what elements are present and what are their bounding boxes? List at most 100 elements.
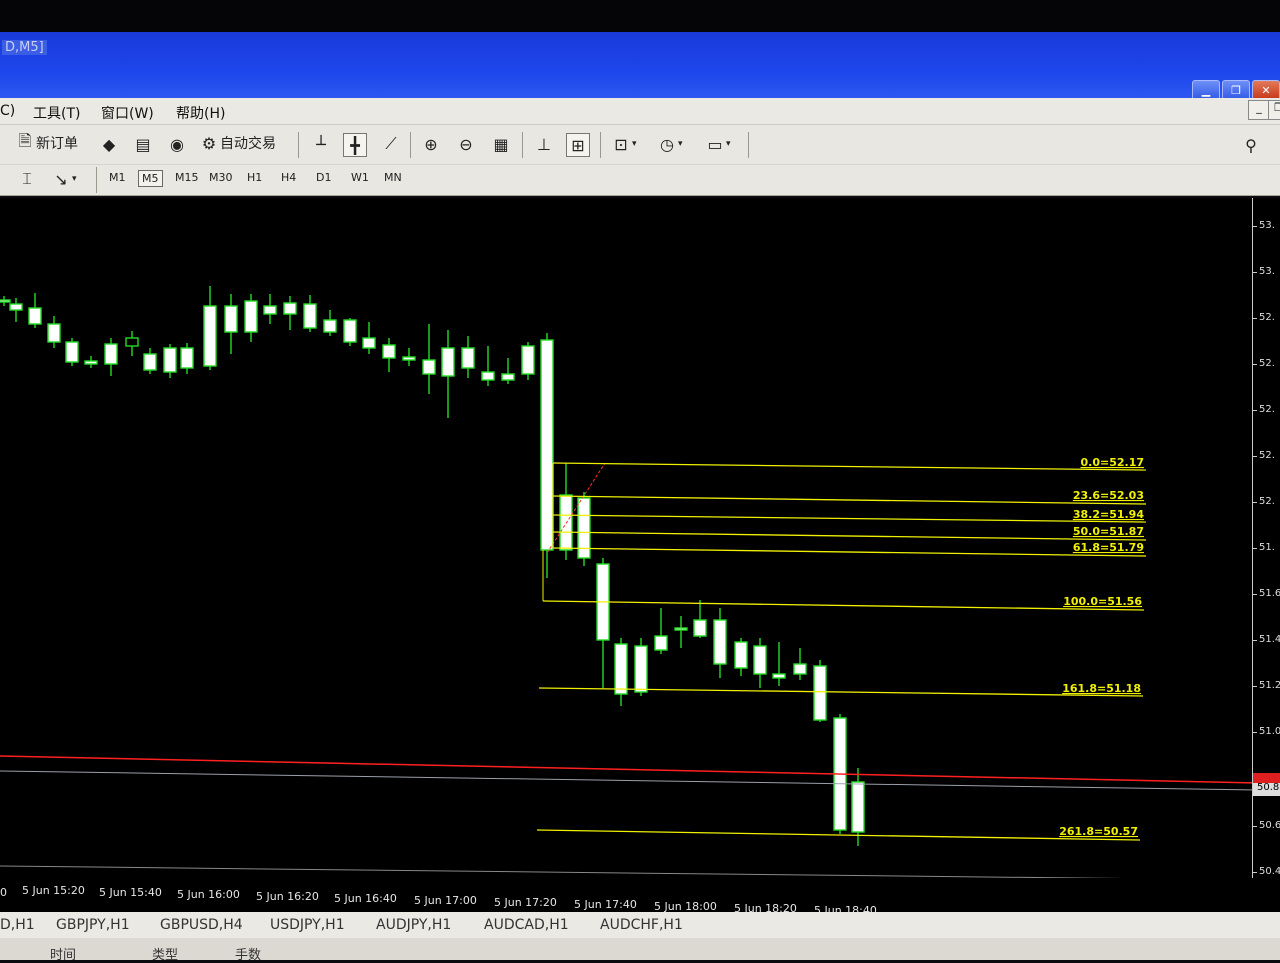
menu-bar: C) 工具(T) 窗口(W) 帮助(H) _ ❐ <box>0 98 1280 124</box>
candle-body <box>461 347 475 369</box>
market-watch-button[interactable]: ◆ <box>98 133 120 155</box>
toolbar-separator <box>522 132 523 158</box>
timeframe-d1[interactable]: D1 <box>313 170 334 185</box>
fib-level-line[interactable] <box>536 829 1141 841</box>
candle-body <box>143 353 157 371</box>
tab-chart-audjpy[interactable]: AUDJPY,H1 <box>376 917 451 933</box>
price-tick-label: 52. <box>1259 496 1275 507</box>
toolbar-separator <box>410 132 411 158</box>
price-axis: 53. 53. 52. 52. 52. 52. 52. 51. 51.6 51.4 51.2 51.0… <box>1252 198 1280 888</box>
line-chart-button[interactable]: ⟋ <box>380 133 402 155</box>
bar-chart-icon: ┴ <box>316 134 326 154</box>
price-tick-label: 52. <box>1259 358 1275 369</box>
fibonacci-trendline <box>546 462 606 554</box>
tab-chart-0[interactable]: D,H1 <box>0 917 35 933</box>
chart-tabs: D,H1 GBPJPY,H1 GBPUSD,H4 USDJPY,H1 AUDJP… <box>0 912 1280 938</box>
candle-body <box>559 494 573 551</box>
time-tick-label: 5 Jun 15:20 <box>22 884 85 897</box>
fib-level-line[interactable] <box>552 495 1147 505</box>
templates-icon: ▭ <box>707 134 723 154</box>
mdi-restore-button[interactable]: ❐ <box>1268 100 1280 120</box>
price-tick-label: 51.4 <box>1259 634 1280 645</box>
toolbar-separator <box>748 132 749 158</box>
timeframe-m5[interactable]: M5 <box>138 170 163 187</box>
window-title: D,M5] <box>2 40 47 55</box>
candle-body <box>501 373 515 381</box>
objects-dropdown[interactable]: ↘ ▾ <box>50 168 76 190</box>
monitor-bezel <box>0 0 1280 32</box>
tab-chart-gbpusd[interactable]: GBPUSD,H4 <box>160 917 243 933</box>
tab-chart-usdjpy[interactable]: USDJPY,H1 <box>270 917 345 933</box>
column-lots: 手数 <box>235 948 262 963</box>
bar-chart-button[interactable]: ┴ <box>310 133 332 155</box>
zoom-out-button[interactable]: ⊖ <box>455 133 477 155</box>
fib-level-line[interactable] <box>552 531 1147 541</box>
fib-level-line[interactable] <box>552 547 1147 557</box>
price-tick <box>1253 826 1257 827</box>
time-tick-label: 5 Jun 16:00 <box>177 888 240 901</box>
price-tick-label: 51.2 <box>1259 680 1280 691</box>
timeframe-m30[interactable]: M30 <box>206 170 236 185</box>
price-chart[interactable]: 0.0=52.17 23.6=52.03 38.2=51.94 50.0=51.87 6… <box>0 198 1259 881</box>
cursor-button[interactable]: ⌶ <box>16 168 38 190</box>
candle-body <box>343 319 357 343</box>
candle-body <box>244 300 258 333</box>
timeframe-m15[interactable]: M15 <box>172 170 202 185</box>
templates-dropdown[interactable]: ▭ ▾ <box>704 133 731 155</box>
menu-item-window[interactable]: 窗口(W) <box>101 103 154 123</box>
tab-chart-gbpjpy[interactable]: GBPJPY,H1 <box>56 917 130 933</box>
time-tick-label: 5 Jun 17:40 <box>574 898 637 911</box>
fib-level-line[interactable] <box>552 462 1147 471</box>
restore-button[interactable]: ❐ <box>1222 80 1250 100</box>
fib-level-label: 23.6=52.03 <box>1073 489 1144 502</box>
price-tick-label: 53. <box>1259 220 1275 231</box>
new-order-button[interactable]: 🗎 新订单 <box>14 131 78 154</box>
timeframe-mn[interactable]: MN <box>381 170 405 185</box>
menu-item-help[interactable]: 帮助(H) <box>176 103 225 123</box>
auto-scroll-button[interactable]: ⊥ <box>533 133 555 155</box>
tile-windows-button[interactable]: ▦ <box>490 133 512 155</box>
timeframe-w1[interactable]: W1 <box>348 170 372 185</box>
search-button[interactable]: ⚲ <box>1240 134 1262 156</box>
grid-icon: ▦ <box>493 134 509 154</box>
indicators-dropdown[interactable]: ⊡ ▾ <box>610 133 636 155</box>
menu-item-tools[interactable]: 工具(T) <box>33 103 80 123</box>
navigator-button[interactable]: ◉ <box>166 133 188 155</box>
chevron-down-icon: ▾ <box>678 139 683 149</box>
window-controls: ▁ ❐ ✕ <box>1192 80 1280 100</box>
close-button[interactable]: ✕ <box>1252 80 1280 100</box>
timeframe-m1[interactable]: M1 <box>106 170 129 185</box>
price-tick <box>1253 456 1257 457</box>
candle-body <box>163 347 177 373</box>
fib-level-line[interactable] <box>538 687 1144 697</box>
timeframe-h1[interactable]: H1 <box>244 170 265 185</box>
auto-trade-button[interactable]: ⚙ 自动交易 <box>198 132 276 154</box>
candle-body <box>84 360 98 365</box>
time-tick-label: 5 Jun 17:00 <box>414 894 477 907</box>
fib-level-line[interactable] <box>542 600 1145 611</box>
chart-shift-button[interactable]: ⊞ <box>566 133 590 157</box>
mdi-minimize-button[interactable]: _ <box>1248 100 1270 120</box>
chevron-down-icon: ▾ <box>726 139 731 149</box>
time-tick-label: 0 <box>0 886 7 899</box>
candlestick-chart-button[interactable]: ╋ <box>343 133 367 157</box>
price-tick-label: 51.6 <box>1259 588 1280 599</box>
candle-body <box>654 635 668 651</box>
price-tick <box>1253 502 1257 503</box>
periods-dropdown[interactable]: ◷ ▾ <box>656 133 683 155</box>
minimize-button[interactable]: ▁ <box>1192 80 1220 100</box>
timeframe-h4[interactable]: H4 <box>278 170 299 185</box>
fib-level-line[interactable] <box>552 514 1147 523</box>
zoom-in-button[interactable]: ⊕ <box>420 133 442 155</box>
tab-chart-audcad[interactable]: AUDCAD,H1 <box>484 917 569 933</box>
menu-item-chart[interactable]: C) <box>0 103 15 119</box>
candlestick-chart-svg: 0.0=52.17 23.6=52.03 38.2=51.94 50.0=51.87 6… <box>0 286 1259 881</box>
time-tick-label: 5 Jun 16:40 <box>334 892 397 905</box>
data-window-button[interactable]: ▤ <box>132 133 154 155</box>
candle-body <box>47 323 61 343</box>
candles-group <box>0 286 865 846</box>
tab-chart-audchf[interactable]: AUDCHF,H1 <box>600 917 683 933</box>
candle-body <box>9 303 23 311</box>
price-tick <box>1253 872 1257 873</box>
candle-body <box>540 339 554 551</box>
